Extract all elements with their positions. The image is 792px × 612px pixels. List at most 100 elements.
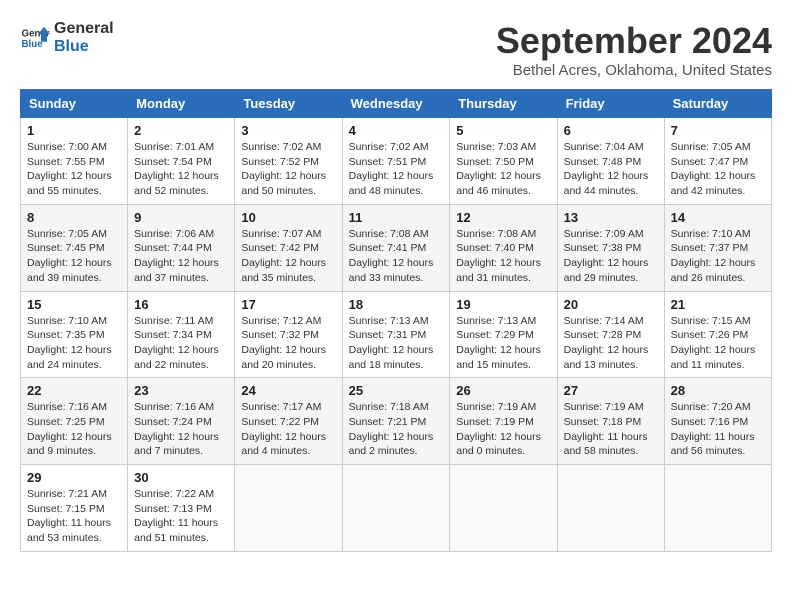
day-number: 19 <box>456 297 550 312</box>
day-info: Sunrise: 7:07 AMSunset: 7:42 PMDaylight:… <box>241 228 326 284</box>
logo-text: General Blue <box>54 20 114 55</box>
calendar-header-row: SundayMondayTuesdayWednesdayThursdayFrid… <box>21 90 772 118</box>
calendar-cell: 1 Sunrise: 7:00 AMSunset: 7:55 PMDayligh… <box>21 118 128 205</box>
calendar-cell: 23 Sunrise: 7:16 AMSunset: 7:24 PMDaylig… <box>128 378 235 465</box>
calendar-cell <box>342 465 450 552</box>
day-info: Sunrise: 7:13 AMSunset: 7:31 PMDaylight:… <box>349 315 434 371</box>
day-number: 23 <box>134 383 228 398</box>
page-header: General Blue General Blue September 2024… <box>20 20 772 79</box>
day-number: 29 <box>27 470 121 485</box>
day-info: Sunrise: 7:17 AMSunset: 7:22 PMDaylight:… <box>241 401 326 457</box>
day-number: 18 <box>349 297 444 312</box>
day-info: Sunrise: 7:05 AMSunset: 7:47 PMDaylight:… <box>671 141 756 197</box>
logo-icon: General Blue <box>20 23 50 53</box>
calendar-cell: 8 Sunrise: 7:05 AMSunset: 7:45 PMDayligh… <box>21 204 128 291</box>
calendar-cell: 12 Sunrise: 7:08 AMSunset: 7:40 PMDaylig… <box>450 204 557 291</box>
day-number: 10 <box>241 210 335 225</box>
day-info: Sunrise: 7:19 AMSunset: 7:18 PMDaylight:… <box>564 401 648 457</box>
calendar-cell: 9 Sunrise: 7:06 AMSunset: 7:44 PMDayligh… <box>128 204 235 291</box>
day-number: 25 <box>349 383 444 398</box>
calendar-cell: 26 Sunrise: 7:19 AMSunset: 7:19 PMDaylig… <box>450 378 557 465</box>
day-info: Sunrise: 7:22 AMSunset: 7:13 PMDaylight:… <box>134 488 218 544</box>
svg-text:Blue: Blue <box>22 39 44 50</box>
logo-general: General <box>54 20 114 37</box>
logo: General Blue General Blue <box>20 20 114 55</box>
day-info: Sunrise: 7:08 AMSunset: 7:40 PMDaylight:… <box>456 228 541 284</box>
calendar-cell <box>450 465 557 552</box>
calendar-header-monday: Monday <box>128 90 235 118</box>
calendar-cell: 28 Sunrise: 7:20 AMSunset: 7:16 PMDaylig… <box>664 378 771 465</box>
day-info: Sunrise: 7:21 AMSunset: 7:15 PMDaylight:… <box>27 488 111 544</box>
day-number: 5 <box>456 123 550 138</box>
calendar-cell: 18 Sunrise: 7:13 AMSunset: 7:31 PMDaylig… <box>342 291 450 378</box>
day-number: 20 <box>564 297 658 312</box>
day-number: 30 <box>134 470 228 485</box>
day-number: 8 <box>27 210 121 225</box>
calendar-cell <box>235 465 342 552</box>
calendar-header-saturday: Saturday <box>664 90 771 118</box>
day-info: Sunrise: 7:02 AMSunset: 7:52 PMDaylight:… <box>241 141 326 197</box>
day-number: 9 <box>134 210 228 225</box>
day-info: Sunrise: 7:06 AMSunset: 7:44 PMDaylight:… <box>134 228 219 284</box>
month-title: September 2024 <box>496 20 772 62</box>
day-info: Sunrise: 7:05 AMSunset: 7:45 PMDaylight:… <box>27 228 112 284</box>
calendar-cell: 16 Sunrise: 7:11 AMSunset: 7:34 PMDaylig… <box>128 291 235 378</box>
day-info: Sunrise: 7:19 AMSunset: 7:19 PMDaylight:… <box>456 401 541 457</box>
day-number: 12 <box>456 210 550 225</box>
day-info: Sunrise: 7:16 AMSunset: 7:24 PMDaylight:… <box>134 401 219 457</box>
day-number: 7 <box>671 123 765 138</box>
day-number: 22 <box>27 383 121 398</box>
calendar-cell: 29 Sunrise: 7:21 AMSunset: 7:15 PMDaylig… <box>21 465 128 552</box>
day-info: Sunrise: 7:03 AMSunset: 7:50 PMDaylight:… <box>456 141 541 197</box>
calendar-cell: 30 Sunrise: 7:22 AMSunset: 7:13 PMDaylig… <box>128 465 235 552</box>
calendar-cell: 3 Sunrise: 7:02 AMSunset: 7:52 PMDayligh… <box>235 118 342 205</box>
calendar-cell: 11 Sunrise: 7:08 AMSunset: 7:41 PMDaylig… <box>342 204 450 291</box>
calendar-header-wednesday: Wednesday <box>342 90 450 118</box>
calendar-cell: 6 Sunrise: 7:04 AMSunset: 7:48 PMDayligh… <box>557 118 664 205</box>
day-info: Sunrise: 7:01 AMSunset: 7:54 PMDaylight:… <box>134 141 219 197</box>
calendar-cell: 15 Sunrise: 7:10 AMSunset: 7:35 PMDaylig… <box>21 291 128 378</box>
calendar-cell: 13 Sunrise: 7:09 AMSunset: 7:38 PMDaylig… <box>557 204 664 291</box>
day-number: 27 <box>564 383 658 398</box>
day-info: Sunrise: 7:16 AMSunset: 7:25 PMDaylight:… <box>27 401 112 457</box>
location-title: Bethel Acres, Oklahoma, United States <box>496 62 772 79</box>
day-info: Sunrise: 7:08 AMSunset: 7:41 PMDaylight:… <box>349 228 434 284</box>
calendar-week-row: 29 Sunrise: 7:21 AMSunset: 7:15 PMDaylig… <box>21 465 772 552</box>
day-info: Sunrise: 7:20 AMSunset: 7:16 PMDaylight:… <box>671 401 755 457</box>
calendar-week-row: 1 Sunrise: 7:00 AMSunset: 7:55 PMDayligh… <box>21 118 772 205</box>
calendar-table: SundayMondayTuesdayWednesdayThursdayFrid… <box>20 89 772 552</box>
title-block: September 2024 Bethel Acres, Oklahoma, U… <box>496 20 772 79</box>
calendar-week-row: 15 Sunrise: 7:10 AMSunset: 7:35 PMDaylig… <box>21 291 772 378</box>
day-info: Sunrise: 7:14 AMSunset: 7:28 PMDaylight:… <box>564 315 649 371</box>
calendar-header-thursday: Thursday <box>450 90 557 118</box>
calendar-cell: 22 Sunrise: 7:16 AMSunset: 7:25 PMDaylig… <box>21 378 128 465</box>
day-info: Sunrise: 7:18 AMSunset: 7:21 PMDaylight:… <box>349 401 434 457</box>
day-number: 1 <box>27 123 121 138</box>
day-info: Sunrise: 7:04 AMSunset: 7:48 PMDaylight:… <box>564 141 649 197</box>
day-number: 6 <box>564 123 658 138</box>
calendar-header-tuesday: Tuesday <box>235 90 342 118</box>
day-info: Sunrise: 7:11 AMSunset: 7:34 PMDaylight:… <box>134 315 219 371</box>
calendar-cell: 25 Sunrise: 7:18 AMSunset: 7:21 PMDaylig… <box>342 378 450 465</box>
calendar-header-friday: Friday <box>557 90 664 118</box>
day-number: 4 <box>349 123 444 138</box>
day-number: 26 <box>456 383 550 398</box>
day-number: 15 <box>27 297 121 312</box>
day-number: 11 <box>349 210 444 225</box>
calendar-cell: 4 Sunrise: 7:02 AMSunset: 7:51 PMDayligh… <box>342 118 450 205</box>
day-number: 21 <box>671 297 765 312</box>
calendar-cell: 19 Sunrise: 7:13 AMSunset: 7:29 PMDaylig… <box>450 291 557 378</box>
day-number: 13 <box>564 210 658 225</box>
calendar-week-row: 22 Sunrise: 7:16 AMSunset: 7:25 PMDaylig… <box>21 378 772 465</box>
calendar-cell: 7 Sunrise: 7:05 AMSunset: 7:47 PMDayligh… <box>664 118 771 205</box>
day-info: Sunrise: 7:00 AMSunset: 7:55 PMDaylight:… <box>27 141 112 197</box>
calendar-week-row: 8 Sunrise: 7:05 AMSunset: 7:45 PMDayligh… <box>21 204 772 291</box>
calendar-cell <box>664 465 771 552</box>
day-number: 14 <box>671 210 765 225</box>
calendar-cell: 17 Sunrise: 7:12 AMSunset: 7:32 PMDaylig… <box>235 291 342 378</box>
calendar-cell: 10 Sunrise: 7:07 AMSunset: 7:42 PMDaylig… <box>235 204 342 291</box>
calendar-cell: 21 Sunrise: 7:15 AMSunset: 7:26 PMDaylig… <box>664 291 771 378</box>
calendar-cell: 27 Sunrise: 7:19 AMSunset: 7:18 PMDaylig… <box>557 378 664 465</box>
calendar-cell: 24 Sunrise: 7:17 AMSunset: 7:22 PMDaylig… <box>235 378 342 465</box>
day-number: 28 <box>671 383 765 398</box>
